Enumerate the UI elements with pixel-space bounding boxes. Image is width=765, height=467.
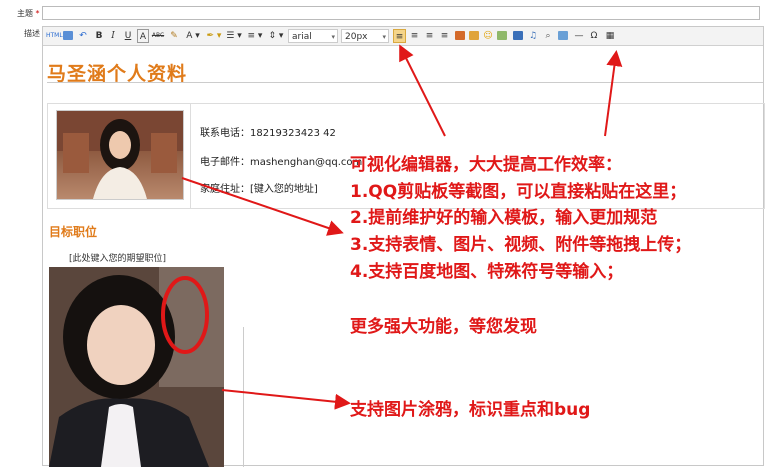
text-caret-line [243, 327, 244, 467]
emotion-icon[interactable]: ☺ [482, 29, 494, 43]
unordered-list-icon[interactable]: ≡ ▾ [246, 29, 264, 43]
undo-icon[interactable]: ↶ [77, 29, 89, 43]
phone-line: 联系电话：18219323423 42 [200, 128, 336, 139]
ordered-list-icon[interactable]: ☰ ▾ [225, 29, 243, 43]
music-icon[interactable]: ♫ [527, 29, 539, 43]
align-right-icon[interactable]: ≡ [423, 29, 436, 43]
forecolor-icon[interactable]: A ▾ [183, 29, 203, 43]
preview-icon[interactable] [62, 29, 74, 43]
underline-icon[interactable]: U [122, 29, 134, 43]
subject-label: 主题 * [17, 8, 40, 19]
align-center-icon[interactable]: ≡ [408, 29, 421, 43]
attachment-icon[interactable]: ⌕ [542, 29, 554, 43]
hr-icon[interactable]: — [573, 29, 585, 43]
subject-label-text: 主题 [17, 9, 33, 18]
title-divider [47, 82, 763, 83]
profile-photo-illustration [57, 111, 183, 199]
table-icon[interactable]: ▦ [604, 29, 616, 43]
selfie-photo [49, 267, 224, 467]
subject-input[interactable] [42, 6, 760, 20]
image-icon[interactable] [454, 29, 466, 43]
profile-photo [56, 110, 184, 200]
align-left-icon[interactable]: ≡ [393, 29, 406, 43]
table-divider [190, 104, 191, 208]
map-icon[interactable] [496, 29, 508, 43]
align-justify-icon[interactable]: ≡ [438, 29, 451, 43]
selfie-illustration [49, 267, 224, 467]
annotation-item-1: 1.QQ剪贴板等截图，可以直接粘贴在这里； [350, 182, 687, 202]
annotation-item-2: 2.提前维护好的输入模板，输入更加规范 [350, 208, 658, 228]
required-star: * [35, 9, 40, 18]
annotation-headline: 可视化编辑器，大大提高工作效率： [350, 155, 622, 175]
forecolor-letter: A [186, 31, 193, 41]
fontcolor-icon[interactable]: A [137, 29, 149, 43]
email-line: 电子邮件：mashenghan@qq.com [200, 157, 363, 168]
specialchars-icon[interactable]: Ω [588, 29, 600, 43]
annotation-doodle: 支持图片涂鸦，标识重点和bug [350, 400, 591, 420]
source-icon[interactable]: HTML [46, 29, 63, 43]
font-family-select[interactable]: arial [288, 29, 338, 44]
annotation-more: 更多强大功能，等您发现 [350, 317, 537, 337]
template-icon[interactable] [557, 29, 569, 43]
brush-icon[interactable]: ✎ [168, 29, 180, 43]
video-icon[interactable] [512, 29, 524, 43]
address-line: 家庭住址：[键入您的地址] [200, 184, 318, 195]
section-title-target-position: 目标职位 [49, 225, 98, 239]
bold-icon[interactable]: B [93, 29, 105, 43]
description-label: 描述 [24, 29, 40, 38]
media-icon[interactable] [468, 29, 480, 43]
backcolor-icon[interactable]: ✒ ▾ [205, 29, 223, 43]
font-size-select[interactable]: 20px [341, 29, 389, 44]
lineheight-icon[interactable]: ⇕ ▾ [267, 29, 285, 43]
annotation-item-4: 4.支持百度地图、特殊符号等输入； [350, 262, 624, 282]
editor-toolbar: HTML ↶ B I U A ABC ✎ A ▾ ✒ ▾ ☰ ▾ ≡ ▾ ⇕ ▾… [43, 27, 763, 46]
italic-icon[interactable]: I [107, 29, 119, 43]
annotation-item-3: 3.支持表情、图片、视频、附件等拖拽上传； [350, 235, 692, 255]
strikethrough-icon[interactable]: ABC [151, 29, 165, 43]
position-placeholder: [此处键入您的期望职位] [69, 254, 167, 264]
